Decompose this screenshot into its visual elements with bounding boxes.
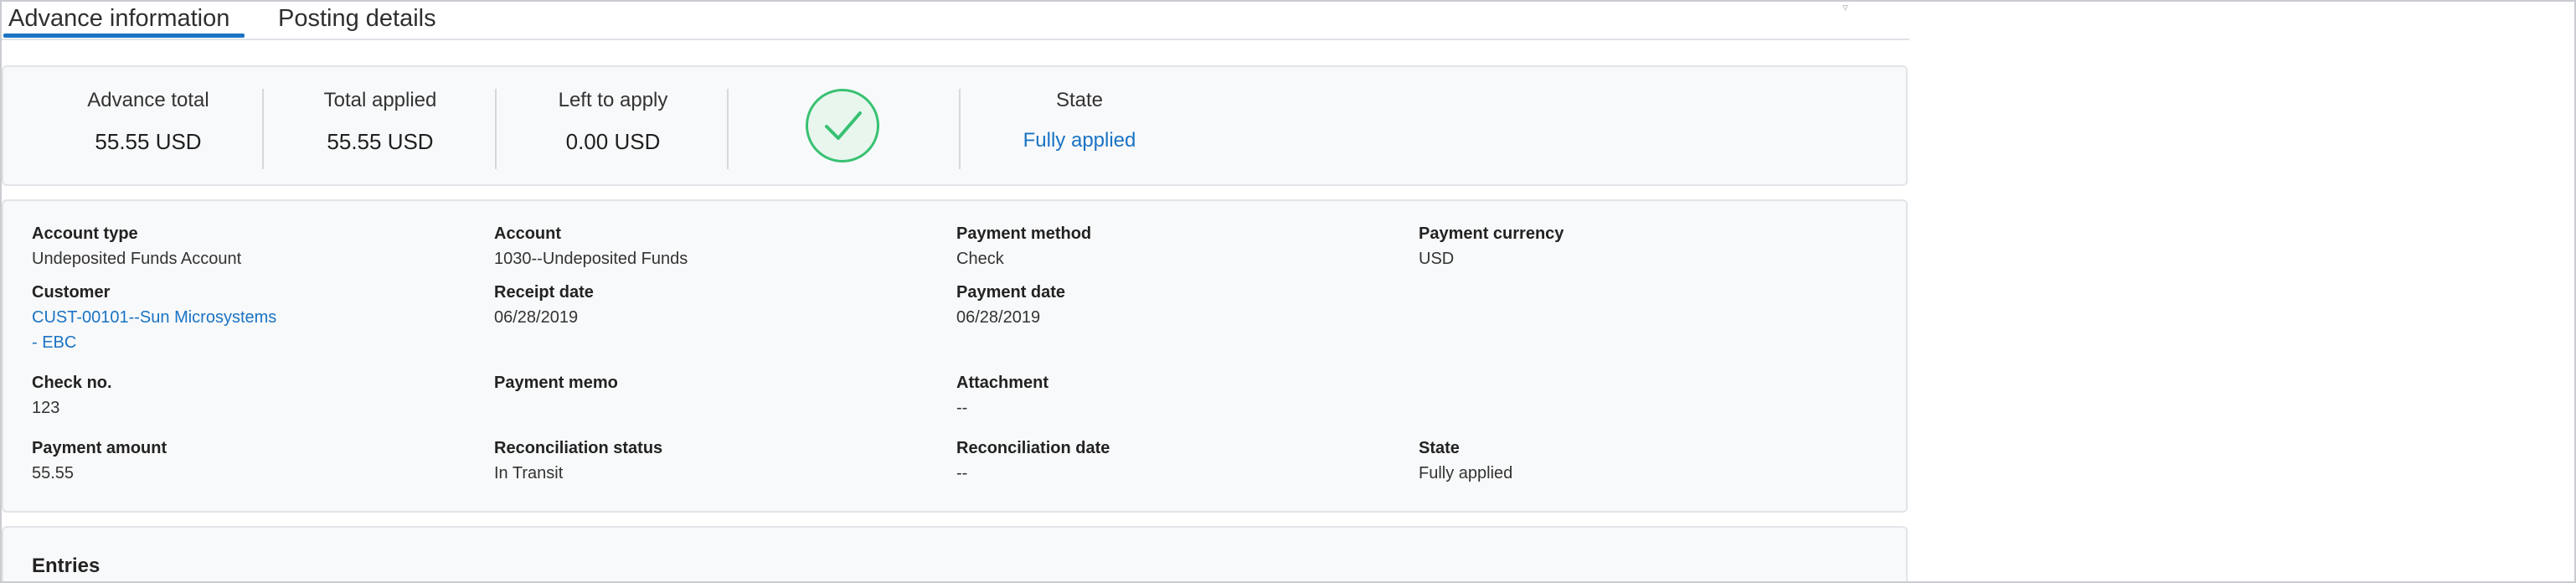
payment-method-value: Check bbox=[956, 250, 1004, 268]
total-applied-label: Total applied bbox=[323, 89, 437, 111]
account-label: Account bbox=[494, 224, 561, 243]
customer-field: Customer CUST-00101--Sun Microsystems - … bbox=[32, 280, 276, 355]
account-type-value: Undeposited Funds Account bbox=[32, 250, 242, 268]
reconciliation-status-value: In Transit bbox=[494, 464, 564, 482]
payment-currency-field: Payment currency USD bbox=[1419, 221, 1564, 271]
state-value-link[interactable]: Fully applied bbox=[966, 129, 1193, 152]
tab-bar: Advance information Posting details ▿ bbox=[0, 0, 1909, 40]
account-field: Account 1030--Undeposited Funds bbox=[494, 221, 688, 271]
payment-memo-field: Payment memo bbox=[494, 370, 618, 395]
tab-posting-details[interactable]: Posting details bbox=[278, 5, 436, 33]
account-value: 1030--Undeposited Funds bbox=[494, 250, 688, 268]
payment-date-label: Payment date bbox=[956, 283, 1066, 302]
state-stat: State Fully applied bbox=[966, 89, 1193, 152]
reconciliation-date-field: Reconciliation date -- bbox=[956, 436, 1110, 486]
state-label: State bbox=[1055, 89, 1104, 111]
check-no-value: 123 bbox=[32, 399, 60, 417]
reconciliation-status-field: Reconciliation status In Transit bbox=[494, 436, 662, 486]
left-to-apply-stat: Left to apply 0.00 USD bbox=[500, 89, 726, 155]
total-applied-value: 55.55 USD bbox=[327, 129, 434, 154]
summary-card: Advance total 55.55 USD Total applied 55… bbox=[2, 65, 1908, 186]
divider bbox=[495, 89, 497, 169]
account-type-label: Account type bbox=[32, 224, 138, 243]
divider bbox=[727, 89, 729, 169]
customer-link[interactable]: CUST-00101--Sun Microsystems bbox=[32, 305, 276, 330]
checkmark-icon bbox=[825, 111, 862, 140]
details-state-field: State Fully applied bbox=[1419, 436, 1512, 486]
attachment-value: -- bbox=[956, 399, 968, 417]
receipt-date-field: Receipt date 06/28/2019 bbox=[494, 280, 594, 330]
check-no-field: Check no. 123 bbox=[32, 370, 112, 420]
receipt-date-value: 06/28/2019 bbox=[494, 308, 579, 327]
advance-total-value: 55.55 USD bbox=[95, 129, 202, 154]
payment-method-field: Payment method Check bbox=[956, 221, 1091, 271]
divider bbox=[262, 89, 264, 169]
payment-method-label: Payment method bbox=[956, 224, 1092, 243]
payment-currency-label: Payment currency bbox=[1419, 224, 1564, 243]
reconciliation-date-label: Reconciliation date bbox=[956, 439, 1110, 457]
payment-amount-label: Payment amount bbox=[32, 439, 167, 457]
caret-icon: ▿ bbox=[1842, 0, 1849, 13]
details-card: Account type Undeposited Funds Account A… bbox=[2, 199, 1908, 513]
payment-memo-label: Payment memo bbox=[494, 374, 618, 392]
payment-date-field: Payment date 06/28/2019 bbox=[956, 280, 1065, 330]
left-to-apply-label: Left to apply bbox=[558, 89, 668, 111]
customer-label: Customer bbox=[32, 283, 111, 302]
advance-total-stat: Advance total 55.55 USD bbox=[35, 89, 261, 155]
reconciliation-status-label: Reconciliation status bbox=[494, 439, 663, 457]
advance-detail-page: Advance information Posting details ▿ Ad… bbox=[0, 0, 1909, 583]
entries-card: Entries bbox=[2, 526, 1908, 583]
payment-amount-value: 55.55 bbox=[32, 464, 75, 482]
payment-date-value: 06/28/2019 bbox=[956, 308, 1041, 327]
advance-total-label: Advance total bbox=[87, 89, 209, 111]
payment-amount-field: Payment amount 55.55 bbox=[32, 436, 167, 486]
check-circle-icon bbox=[806, 89, 879, 163]
entries-title: Entries bbox=[32, 555, 100, 577]
customer-link-continued[interactable]: - EBC bbox=[32, 330, 276, 355]
total-applied-stat: Total applied 55.55 USD bbox=[267, 89, 493, 155]
details-state-value: Fully applied bbox=[1419, 464, 1513, 482]
attachment-field: Attachment -- bbox=[956, 370, 1048, 420]
receipt-date-label: Receipt date bbox=[494, 283, 594, 302]
tab-advance-information[interactable]: Advance information bbox=[8, 5, 229, 33]
payment-currency-value: USD bbox=[1419, 250, 1455, 268]
check-no-label: Check no. bbox=[32, 374, 112, 392]
active-tab-indicator bbox=[3, 34, 245, 38]
divider bbox=[959, 89, 961, 169]
reconciliation-date-value: -- bbox=[956, 464, 968, 482]
attachment-label: Attachment bbox=[956, 374, 1049, 392]
account-type-field: Account type Undeposited Funds Account bbox=[32, 221, 241, 271]
details-state-label: State bbox=[1419, 439, 1460, 457]
left-to-apply-value: 0.00 USD bbox=[565, 129, 661, 154]
